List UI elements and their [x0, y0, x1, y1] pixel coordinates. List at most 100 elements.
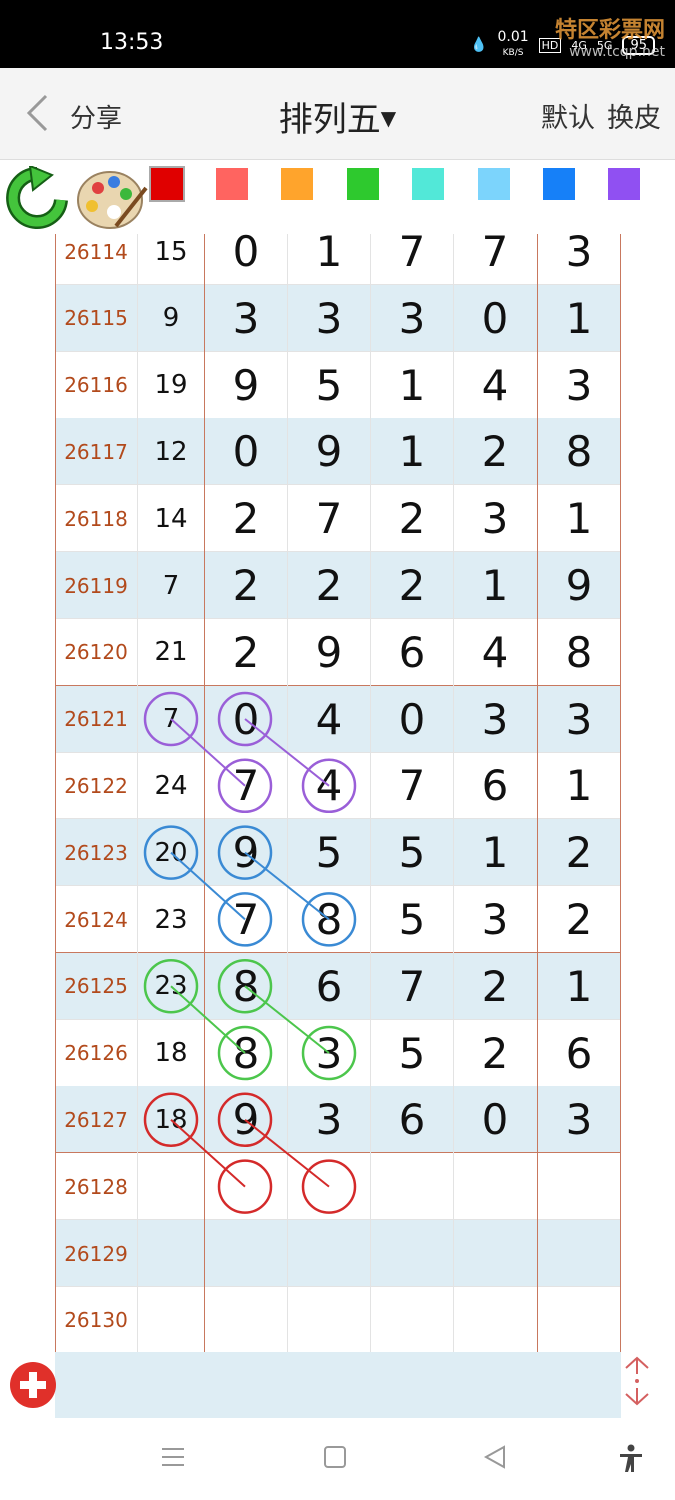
- digit-cell[interactable]: 2: [537, 819, 620, 887]
- digit-cell[interactable]: [453, 1286, 536, 1352]
- digit-cell[interactable]: 0: [453, 1086, 536, 1154]
- digit-cell[interactable]: [287, 1153, 370, 1221]
- digit-cell[interactable]: 1: [537, 752, 620, 820]
- change-skin-button[interactable]: 换皮: [607, 96, 661, 135]
- digit-cell[interactable]: 0: [204, 418, 287, 486]
- lottery-type-title[interactable]: 排列五: [279, 100, 381, 140]
- digit-cell[interactable]: 3: [204, 284, 287, 352]
- digit-cell[interactable]: 0: [453, 284, 536, 352]
- color-swatch[interactable]: [608, 168, 640, 200]
- digit-cell[interactable]: 3: [453, 485, 536, 553]
- color-swatch[interactable]: [347, 168, 379, 200]
- digit-cell[interactable]: [537, 1153, 620, 1221]
- color-swatch[interactable]: [281, 168, 313, 200]
- digit-cell[interactable]: 3: [453, 886, 536, 953]
- share-button[interactable]: 分享: [70, 98, 122, 135]
- add-icon[interactable]: [10, 1362, 56, 1408]
- digit-cell[interactable]: 4: [453, 351, 536, 419]
- digit-cell[interactable]: 3: [537, 351, 620, 419]
- default-button[interactable]: 默认: [541, 96, 595, 135]
- digit-cell[interactable]: 2: [287, 552, 370, 619]
- digit-cell[interactable]: 3: [537, 234, 620, 285]
- digit-cell[interactable]: 6: [453, 752, 536, 820]
- digit-cell[interactable]: 7: [453, 234, 536, 285]
- palette-icon[interactable]: [74, 164, 150, 232]
- digit-cell[interactable]: 8: [204, 1019, 287, 1087]
- digit-cell[interactable]: 2: [453, 418, 536, 486]
- digit-cell[interactable]: 2: [370, 485, 453, 553]
- refresh-icon[interactable]: [6, 166, 68, 230]
- digit-cell[interactable]: 9: [287, 618, 370, 686]
- digit-cell[interactable]: [453, 1220, 536, 1287]
- digit-cell[interactable]: [453, 1153, 536, 1221]
- digit-cell[interactable]: 5: [370, 819, 453, 887]
- digit-cell[interactable]: 6: [287, 952, 370, 1020]
- digit-cell[interactable]: 2: [370, 552, 453, 619]
- digit-cell[interactable]: 3: [287, 284, 370, 352]
- digit-cell[interactable]: 7: [287, 485, 370, 553]
- digit-cell[interactable]: 7: [370, 752, 453, 820]
- digit-cell[interactable]: [204, 1286, 287, 1352]
- digit-cell[interactable]: 5: [370, 886, 453, 953]
- digit-cell[interactable]: 3: [370, 284, 453, 352]
- dropdown-triangle-icon[interactable]: ▼: [381, 106, 396, 130]
- digit-cell[interactable]: 3: [453, 685, 536, 753]
- digit-cell[interactable]: 3: [537, 1086, 620, 1154]
- digit-cell[interactable]: 8: [537, 418, 620, 486]
- home-icon[interactable]: [322, 1444, 348, 1470]
- digit-cell[interactable]: 1: [453, 552, 536, 619]
- back-nav-icon[interactable]: [482, 1444, 508, 1470]
- digit-cell[interactable]: [370, 1153, 453, 1221]
- digit-cell[interactable]: [537, 1220, 620, 1287]
- digit-cell[interactable]: 4: [287, 685, 370, 753]
- digit-cell[interactable]: 4: [287, 752, 370, 820]
- digit-cell[interactable]: 9: [204, 1086, 287, 1154]
- digit-cell[interactable]: 7: [204, 886, 287, 953]
- back-icon[interactable]: [26, 94, 48, 132]
- digit-cell[interactable]: 3: [537, 685, 620, 753]
- digit-cell[interactable]: 7: [204, 752, 287, 820]
- digit-cell[interactable]: 1: [537, 284, 620, 352]
- digit-cell[interactable]: 8: [287, 886, 370, 953]
- digit-cell[interactable]: 2: [453, 1019, 536, 1087]
- digit-cell[interactable]: 4: [453, 618, 536, 686]
- resize-handle-icon[interactable]: [620, 1354, 654, 1408]
- digit-cell[interactable]: 1: [287, 234, 370, 285]
- digit-cell[interactable]: 9: [204, 351, 287, 419]
- digit-cell[interactable]: 2: [204, 552, 287, 619]
- digit-cell[interactable]: 8: [537, 618, 620, 686]
- color-swatch[interactable]: [543, 168, 575, 200]
- digit-cell[interactable]: 1: [537, 952, 620, 1020]
- digit-cell[interactable]: 6: [537, 1019, 620, 1087]
- digit-cell[interactable]: 5: [287, 819, 370, 887]
- color-swatch[interactable]: [412, 168, 444, 200]
- color-swatch[interactable]: [478, 168, 510, 200]
- digit-cell[interactable]: 9: [287, 418, 370, 486]
- digit-cell[interactable]: 8: [204, 952, 287, 1020]
- digit-cell[interactable]: [370, 1286, 453, 1352]
- accessibility-icon[interactable]: [618, 1444, 644, 1474]
- digit-cell[interactable]: [287, 1220, 370, 1287]
- digit-cell[interactable]: 1: [370, 351, 453, 419]
- digit-cell[interactable]: 2: [453, 952, 536, 1020]
- digit-cell[interactable]: 7: [370, 234, 453, 285]
- digit-cell[interactable]: 0: [204, 685, 287, 753]
- digit-cell[interactable]: [204, 1153, 287, 1221]
- digit-cell[interactable]: 2: [537, 886, 620, 953]
- digit-cell[interactable]: 9: [537, 552, 620, 619]
- digit-cell[interactable]: 5: [370, 1019, 453, 1087]
- digit-cell[interactable]: [204, 1220, 287, 1287]
- digit-cell[interactable]: 6: [370, 1086, 453, 1154]
- digit-cell[interactable]: 3: [287, 1086, 370, 1154]
- digit-cell[interactable]: 1: [370, 418, 453, 486]
- digit-cell[interactable]: 1: [537, 485, 620, 553]
- color-swatch[interactable]: [149, 166, 185, 202]
- digit-cell[interactable]: 0: [204, 234, 287, 285]
- digit-cell[interactable]: 0: [370, 685, 453, 753]
- digit-cell[interactable]: 1: [453, 819, 536, 887]
- digit-cell[interactable]: 6: [370, 618, 453, 686]
- digit-cell[interactable]: 5: [287, 351, 370, 419]
- digit-cell[interactable]: 3: [287, 1019, 370, 1087]
- digit-cell[interactable]: 7: [370, 952, 453, 1020]
- digit-cell[interactable]: [370, 1220, 453, 1287]
